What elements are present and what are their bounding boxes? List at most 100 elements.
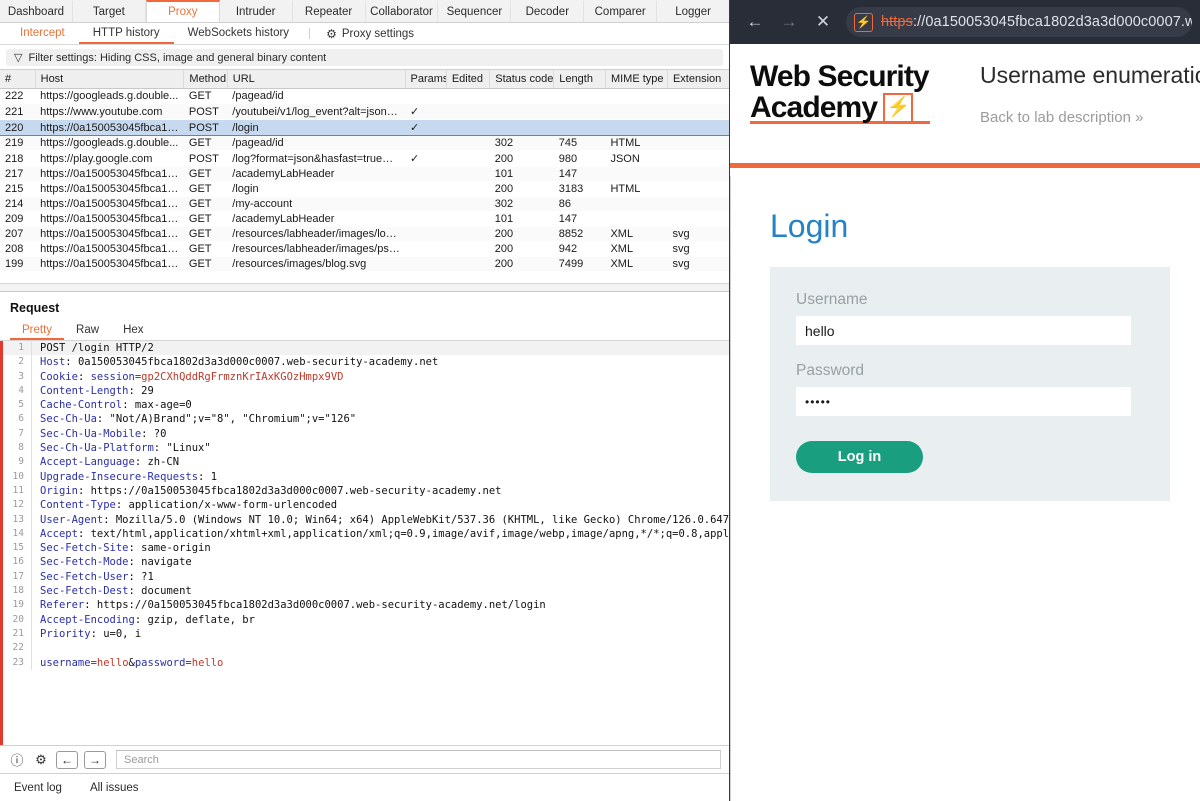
request-tab-pretty[interactable]: Pretty	[10, 321, 65, 340]
main-tab-sequencer[interactable]: Sequencer	[438, 0, 512, 22]
main-tab-proxy[interactable]: Proxy	[145, 0, 220, 22]
cell-edited	[446, 89, 489, 104]
token: : document	[128, 585, 192, 598]
close-x-icon[interactable]: ✕	[806, 5, 840, 39]
table-row[interactable]: 220 https://0a150053045fbca180... POST/log…	[0, 119, 729, 136]
arrow-left-icon[interactable]: ←	[738, 5, 772, 39]
cell-host: https://0a150053045fbca180...	[35, 196, 184, 212]
question-circle-icon[interactable]: ⓘ	[8, 751, 26, 769]
password-input[interactable]	[796, 387, 1131, 416]
request-line-content: username=hello&password=hello	[31, 655, 729, 670]
cell-num: 208	[5, 243, 24, 255]
column-header-edited[interactable]: Edited	[446, 70, 491, 89]
token: Sec-Fetch-Site	[40, 542, 129, 555]
cell-status: 101	[494, 213, 514, 225]
line-number: 7	[18, 427, 24, 439]
token: : Mozilla/5.0 (Windows NT 10.0; Win64; x…	[103, 513, 729, 526]
search-input[interactable]: Search	[116, 750, 721, 769]
column-header-host[interactable]: Host	[35, 70, 185, 89]
cell-method: GET	[188, 90, 212, 102]
column-header-method[interactable]: Method	[183, 70, 228, 89]
main-tab-collaborator[interactable]: Collaborator	[365, 0, 439, 22]
table-row[interactable]: 217 https://0a150053045fbca180... GET/acad…	[0, 166, 729, 182]
event-log-link[interactable]: Event log	[14, 782, 62, 794]
line-number: 6	[18, 413, 24, 425]
address-bar[interactable]: ⚡ https://0a150053045fbca1802d3a3d000c00…	[846, 7, 1192, 37]
token: : 29	[128, 384, 154, 397]
column-header-params[interactable]: Params	[405, 70, 447, 89]
main-tab-logger[interactable]: Logger	[657, 0, 729, 22]
request-editor[interactable]: 1 POST /login HTTP/2 2 Host: 0a150053045fbc…	[0, 341, 729, 759]
cell-edited	[446, 242, 489, 257]
column-header-url[interactable]: URL	[227, 70, 406, 89]
cell-url: /resources/images/blog.svg	[227, 256, 406, 272]
username-input[interactable]	[796, 316, 1131, 345]
burp-lightning-icon: ⚡	[854, 12, 873, 32]
proxy-settings-button[interactable]: ⚙ Proxy settings	[316, 23, 424, 44]
main-tab-target[interactable]: Target	[72, 0, 146, 22]
sub-tab-http-history[interactable]: HTTP history	[78, 23, 174, 44]
main-tab-repeater[interactable]: Repeater	[292, 0, 366, 22]
request-line-content: Origin: https://0a150053045fbca1802d3a3d…	[31, 483, 729, 499]
token: Accept	[40, 527, 78, 540]
table-row[interactable]: 208 https://0a150053045fbca180... GET/reso…	[0, 242, 729, 257]
token: Sec-Ch-Ua	[40, 413, 97, 426]
cell-mime: XML	[605, 226, 668, 242]
main-tab-intruder[interactable]: Intruder	[219, 0, 293, 22]
search-placeholder: Search	[124, 753, 159, 766]
gear-icon[interactable]: ⚙	[32, 751, 50, 769]
request-line: 6 Sec-Ch-Ua: "Not/A)Brand";v="8", "Chromi…	[3, 412, 729, 427]
sub-tab-websockets-history[interactable]: WebSockets history	[174, 23, 303, 44]
arrow-left-icon[interactable]: ←	[56, 750, 78, 769]
column-header-length[interactable]: Length	[553, 70, 606, 89]
logo-line-1: Web Security	[750, 60, 930, 93]
all-issues-link[interactable]: All issues	[90, 782, 139, 794]
cell-status	[489, 119, 554, 136]
token: : 1	[198, 470, 218, 483]
table-row[interactable]: 218 https://play.google.com POST/log?forma…	[0, 151, 729, 167]
line-number: 19	[12, 599, 24, 611]
cell-host: https://0a150053045fbca180...	[40, 183, 184, 195]
column-header-mime-type[interactable]: MIME type	[605, 70, 668, 89]
cell-ext	[667, 135, 729, 151]
cell-num: 222	[5, 90, 24, 102]
sub-tab-divider	[309, 28, 311, 39]
arrow-right-icon[interactable]: →	[84, 750, 106, 769]
filter-settings-bar[interactable]: ▽ Filter settings: Hiding CSS, image and…	[6, 49, 723, 66]
line-number: 17	[12, 570, 24, 582]
column-header-extension[interactable]: Extension	[667, 70, 729, 89]
main-tab-dashboard[interactable]: Dashboard	[0, 0, 73, 22]
main-tab-comparer[interactable]: Comparer	[584, 0, 658, 22]
token: Referer	[40, 599, 85, 612]
token: Accept-Encoding	[40, 613, 135, 626]
table-row[interactable]: 209 https://0a150053045fbca180... GET/acad…	[0, 212, 729, 227]
token: :	[77, 370, 91, 383]
sub-tab-intercept[interactable]: Intercept	[6, 23, 79, 44]
cell-status: 101	[489, 166, 554, 182]
cell-params	[405, 89, 446, 104]
table-row[interactable]: 219 https://googleads.g.double... GET/page…	[0, 135, 729, 151]
request-tab-hex[interactable]: Hex	[111, 321, 155, 340]
cell-num: 214	[0, 196, 36, 212]
table-row[interactable]: 207 https://0a150053045fbca180... GET/reso…	[0, 226, 729, 242]
cell-edited	[446, 119, 490, 136]
table-row[interactable]: 215 https://0a150053045fbca180... GET/logi…	[0, 182, 729, 197]
cell-status	[490, 89, 554, 104]
table-row[interactable]: 214 https://0a150053045fbca180... GET/my-a…	[0, 196, 729, 212]
table-row[interactable]: 221 https://www.youtube.com POST/youtubei/…	[0, 103, 729, 120]
request-tab-raw[interactable]: Raw	[64, 321, 111, 340]
cell-params	[405, 256, 447, 272]
history-splitter[interactable]	[0, 284, 729, 292]
cell-status: 302	[489, 196, 554, 212]
back-to-lab-description-link[interactable]: Back to lab description »	[980, 109, 1200, 126]
password-label: Password	[796, 362, 865, 379]
arrow-right-icon[interactable]: →	[772, 5, 806, 39]
table-row[interactable]: 199 https://0a150053045fbca180... GET/reso…	[0, 256, 729, 272]
main-tab-decoder[interactable]: Decoder	[511, 0, 585, 22]
log-in-button[interactable]: Log in	[796, 441, 923, 473]
column-header-[interactable]: #	[0, 70, 36, 89]
column-header-status-code[interactable]: Status code	[489, 70, 555, 89]
table-row[interactable]: 222 https://googleads.g.double... GET/page…	[0, 89, 729, 104]
line-number: 2	[18, 356, 24, 368]
cell-mime: XML	[610, 243, 634, 255]
